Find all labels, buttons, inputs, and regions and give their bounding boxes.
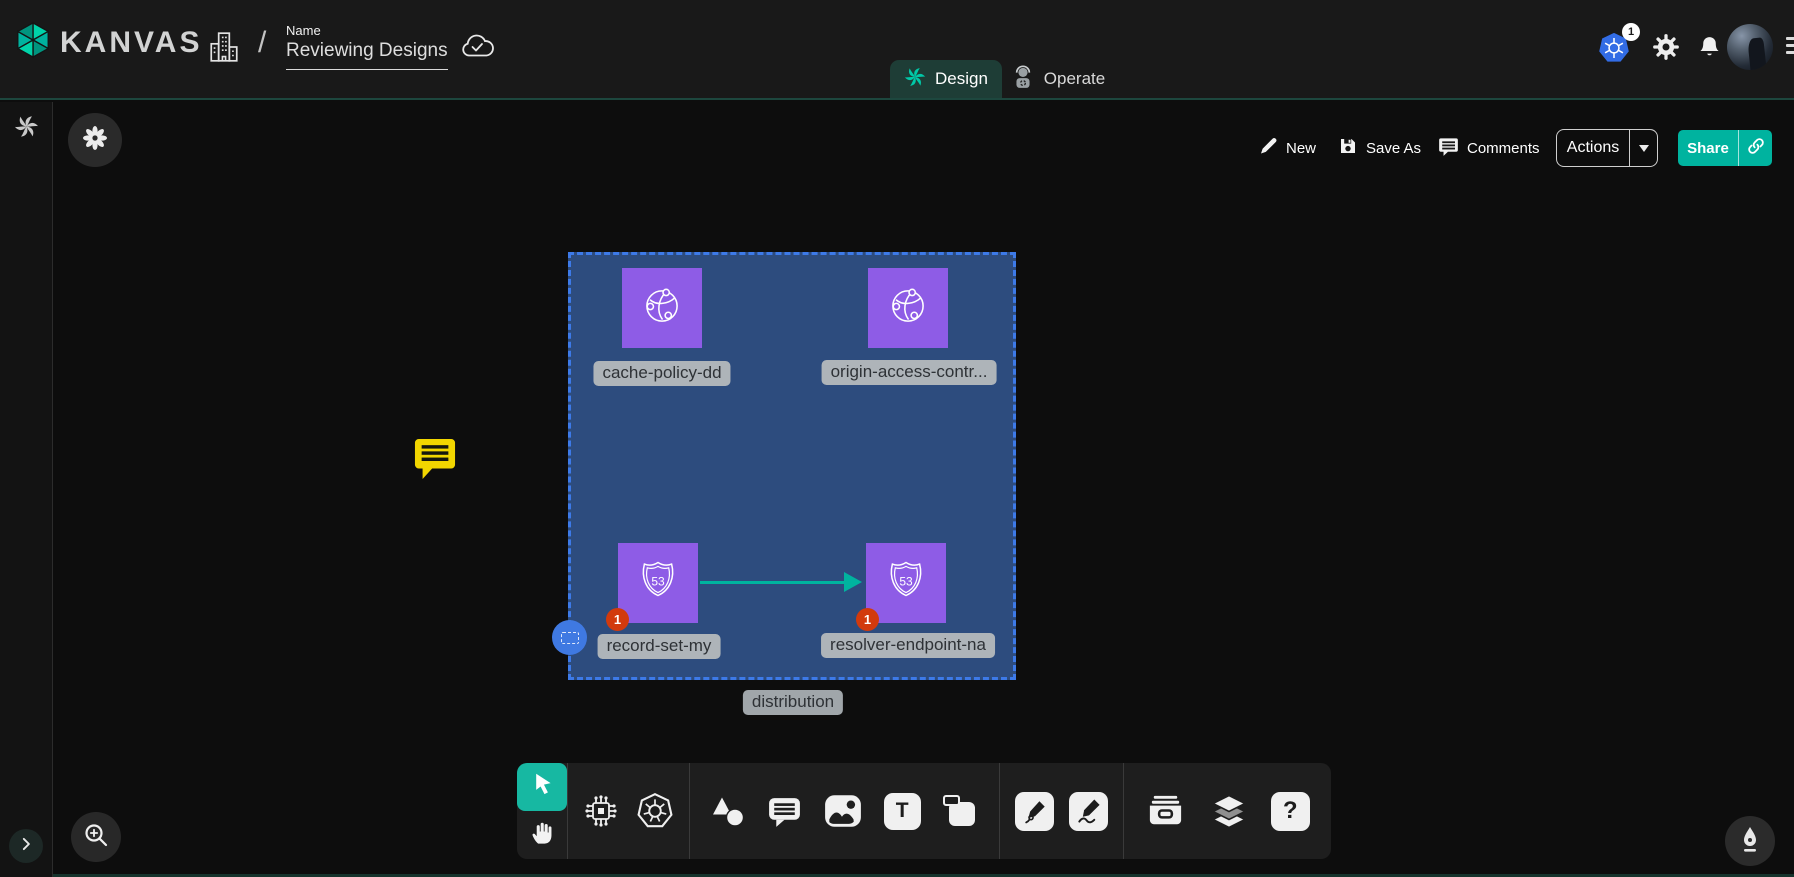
organization-icon[interactable] bbox=[207, 29, 241, 70]
pan-tool-button[interactable] bbox=[517, 811, 567, 859]
edge-record-set-to-resolver[interactable] bbox=[700, 581, 846, 584]
dock-section-infra bbox=[567, 763, 689, 859]
design-name-input[interactable] bbox=[286, 40, 448, 70]
tab-operate[interactable]: Operate bbox=[1002, 60, 1114, 98]
canvas-flower-menu-button[interactable] bbox=[68, 113, 122, 167]
comments-icon bbox=[1438, 136, 1459, 161]
breadcrumb-separator: / bbox=[258, 26, 266, 60]
node-record-set[interactable]: 53 bbox=[618, 543, 698, 623]
design-name-field: Name bbox=[286, 23, 448, 70]
cursor-arrow-icon bbox=[529, 771, 556, 803]
tab-design[interactable]: Design bbox=[890, 60, 1002, 98]
zoom-in-button[interactable] bbox=[71, 812, 121, 862]
hand-icon bbox=[529, 819, 556, 851]
group-label-distribution: distribution bbox=[743, 690, 843, 715]
kubernetes-context-badge: 1 bbox=[1622, 23, 1640, 41]
save-as-button-label: Save As bbox=[1366, 140, 1421, 157]
archive-drawer-tool[interactable] bbox=[1145, 793, 1186, 830]
kanvas-logo-text: KANVAS bbox=[60, 26, 202, 60]
svg-text:53: 53 bbox=[651, 574, 665, 588]
sidebar-expand-button[interactable] bbox=[9, 829, 43, 863]
select-tool-button[interactable] bbox=[517, 763, 567, 811]
node-label-origin-access: origin-access-contr... bbox=[822, 360, 997, 385]
save-status-cloud-icon bbox=[460, 33, 494, 65]
edge-arrowhead bbox=[844, 572, 862, 592]
floppy-disk-icon bbox=[1338, 136, 1358, 160]
shapes-tool[interactable] bbox=[710, 795, 746, 828]
image-tool[interactable] bbox=[823, 793, 863, 829]
node-label-resolver-endpoint: resolver-endpoint-na bbox=[821, 633, 995, 658]
notifications-bell-icon[interactable] bbox=[1697, 34, 1722, 65]
node-resolver-endpoint[interactable]: 53 bbox=[866, 543, 946, 623]
pen-nib-icon bbox=[1738, 825, 1762, 858]
pen-path-tool[interactable] bbox=[1015, 792, 1054, 831]
save-as-button[interactable]: Save As bbox=[1338, 132, 1421, 164]
left-sidebar bbox=[0, 102, 53, 877]
whiteboard-pen-button[interactable] bbox=[1725, 816, 1775, 866]
node-issue-badge: 1 bbox=[606, 608, 629, 631]
group-handle-icon bbox=[561, 632, 579, 644]
text-tool[interactable]: T bbox=[884, 793, 921, 830]
help-tool[interactable]: ? bbox=[1271, 792, 1310, 831]
comment-tool[interactable] bbox=[766, 794, 803, 829]
group-resize-handle[interactable] bbox=[552, 620, 587, 655]
frame-tool-tab bbox=[943, 795, 960, 806]
node-label-cache-policy: cache-policy-dd bbox=[593, 361, 730, 386]
chevron-down-icon bbox=[1639, 145, 1649, 152]
tools-dock: T bbox=[517, 763, 1331, 859]
actions-dropdown-button[interactable]: Actions bbox=[1556, 129, 1658, 167]
comments-button[interactable]: Comments bbox=[1438, 132, 1540, 164]
kubernetes-wheel-tool[interactable] bbox=[635, 791, 675, 831]
zoom-in-icon bbox=[83, 822, 109, 853]
share-button[interactable]: Share bbox=[1678, 130, 1772, 166]
mode-tabs: Design Operate bbox=[890, 60, 1114, 98]
design-name-label: Name bbox=[286, 23, 448, 38]
kanvas-logo-icon bbox=[14, 21, 52, 64]
kubernetes-context-button[interactable]: 1 bbox=[1596, 30, 1636, 70]
node-origin-access[interactable] bbox=[868, 268, 948, 348]
chevron-right-icon bbox=[18, 836, 34, 857]
route53-shield-icon: 53 bbox=[882, 557, 930, 610]
new-button[interactable]: New bbox=[1258, 132, 1316, 164]
cloudfront-globe-icon bbox=[637, 281, 687, 336]
settings-gear-icon[interactable] bbox=[1652, 33, 1680, 66]
copy-link-button[interactable] bbox=[1738, 130, 1772, 166]
dock-section-drawing bbox=[999, 763, 1123, 859]
comments-button-label: Comments bbox=[1467, 140, 1540, 157]
node-cache-policy[interactable] bbox=[622, 268, 702, 348]
svg-text:53: 53 bbox=[899, 574, 913, 588]
cloudfront-globe-icon bbox=[883, 281, 933, 336]
dock-section-library: ? bbox=[1123, 763, 1331, 859]
tab-design-label: Design bbox=[935, 69, 988, 89]
operate-robot-icon bbox=[1011, 65, 1035, 94]
dock-section-annotation: T bbox=[689, 763, 999, 859]
component-chip-tool[interactable] bbox=[582, 792, 620, 830]
dock-select-column bbox=[517, 763, 567, 859]
link-icon bbox=[1747, 137, 1765, 160]
app-header: KANVAS / Name bbox=[0, 0, 1794, 100]
frame-tool[interactable] bbox=[941, 793, 979, 829]
flower-icon bbox=[82, 125, 108, 156]
actions-button-label: Actions bbox=[1557, 139, 1629, 157]
pencil-draw-tool[interactable] bbox=[1069, 792, 1108, 831]
node-issue-badge: 1 bbox=[856, 608, 879, 631]
route53-shield-icon: 53 bbox=[634, 557, 682, 610]
layers-tool[interactable] bbox=[1208, 791, 1250, 832]
new-button-label: New bbox=[1286, 140, 1316, 157]
tab-operate-label: Operate bbox=[1044, 69, 1105, 89]
pencil-icon bbox=[1258, 136, 1278, 160]
design-spiral-icon bbox=[904, 66, 926, 93]
node-label-record-set: record-set-my bbox=[598, 634, 721, 659]
meshery-spiral-icon[interactable] bbox=[14, 114, 39, 144]
user-avatar[interactable] bbox=[1727, 24, 1773, 70]
share-button-label: Share bbox=[1678, 140, 1738, 157]
kanvas-logo[interactable]: KANVAS bbox=[14, 21, 202, 64]
actions-caret-button[interactable] bbox=[1629, 130, 1657, 166]
canvas-comment-marker[interactable] bbox=[414, 436, 456, 487]
menu-icon[interactable] bbox=[1786, 37, 1794, 58]
